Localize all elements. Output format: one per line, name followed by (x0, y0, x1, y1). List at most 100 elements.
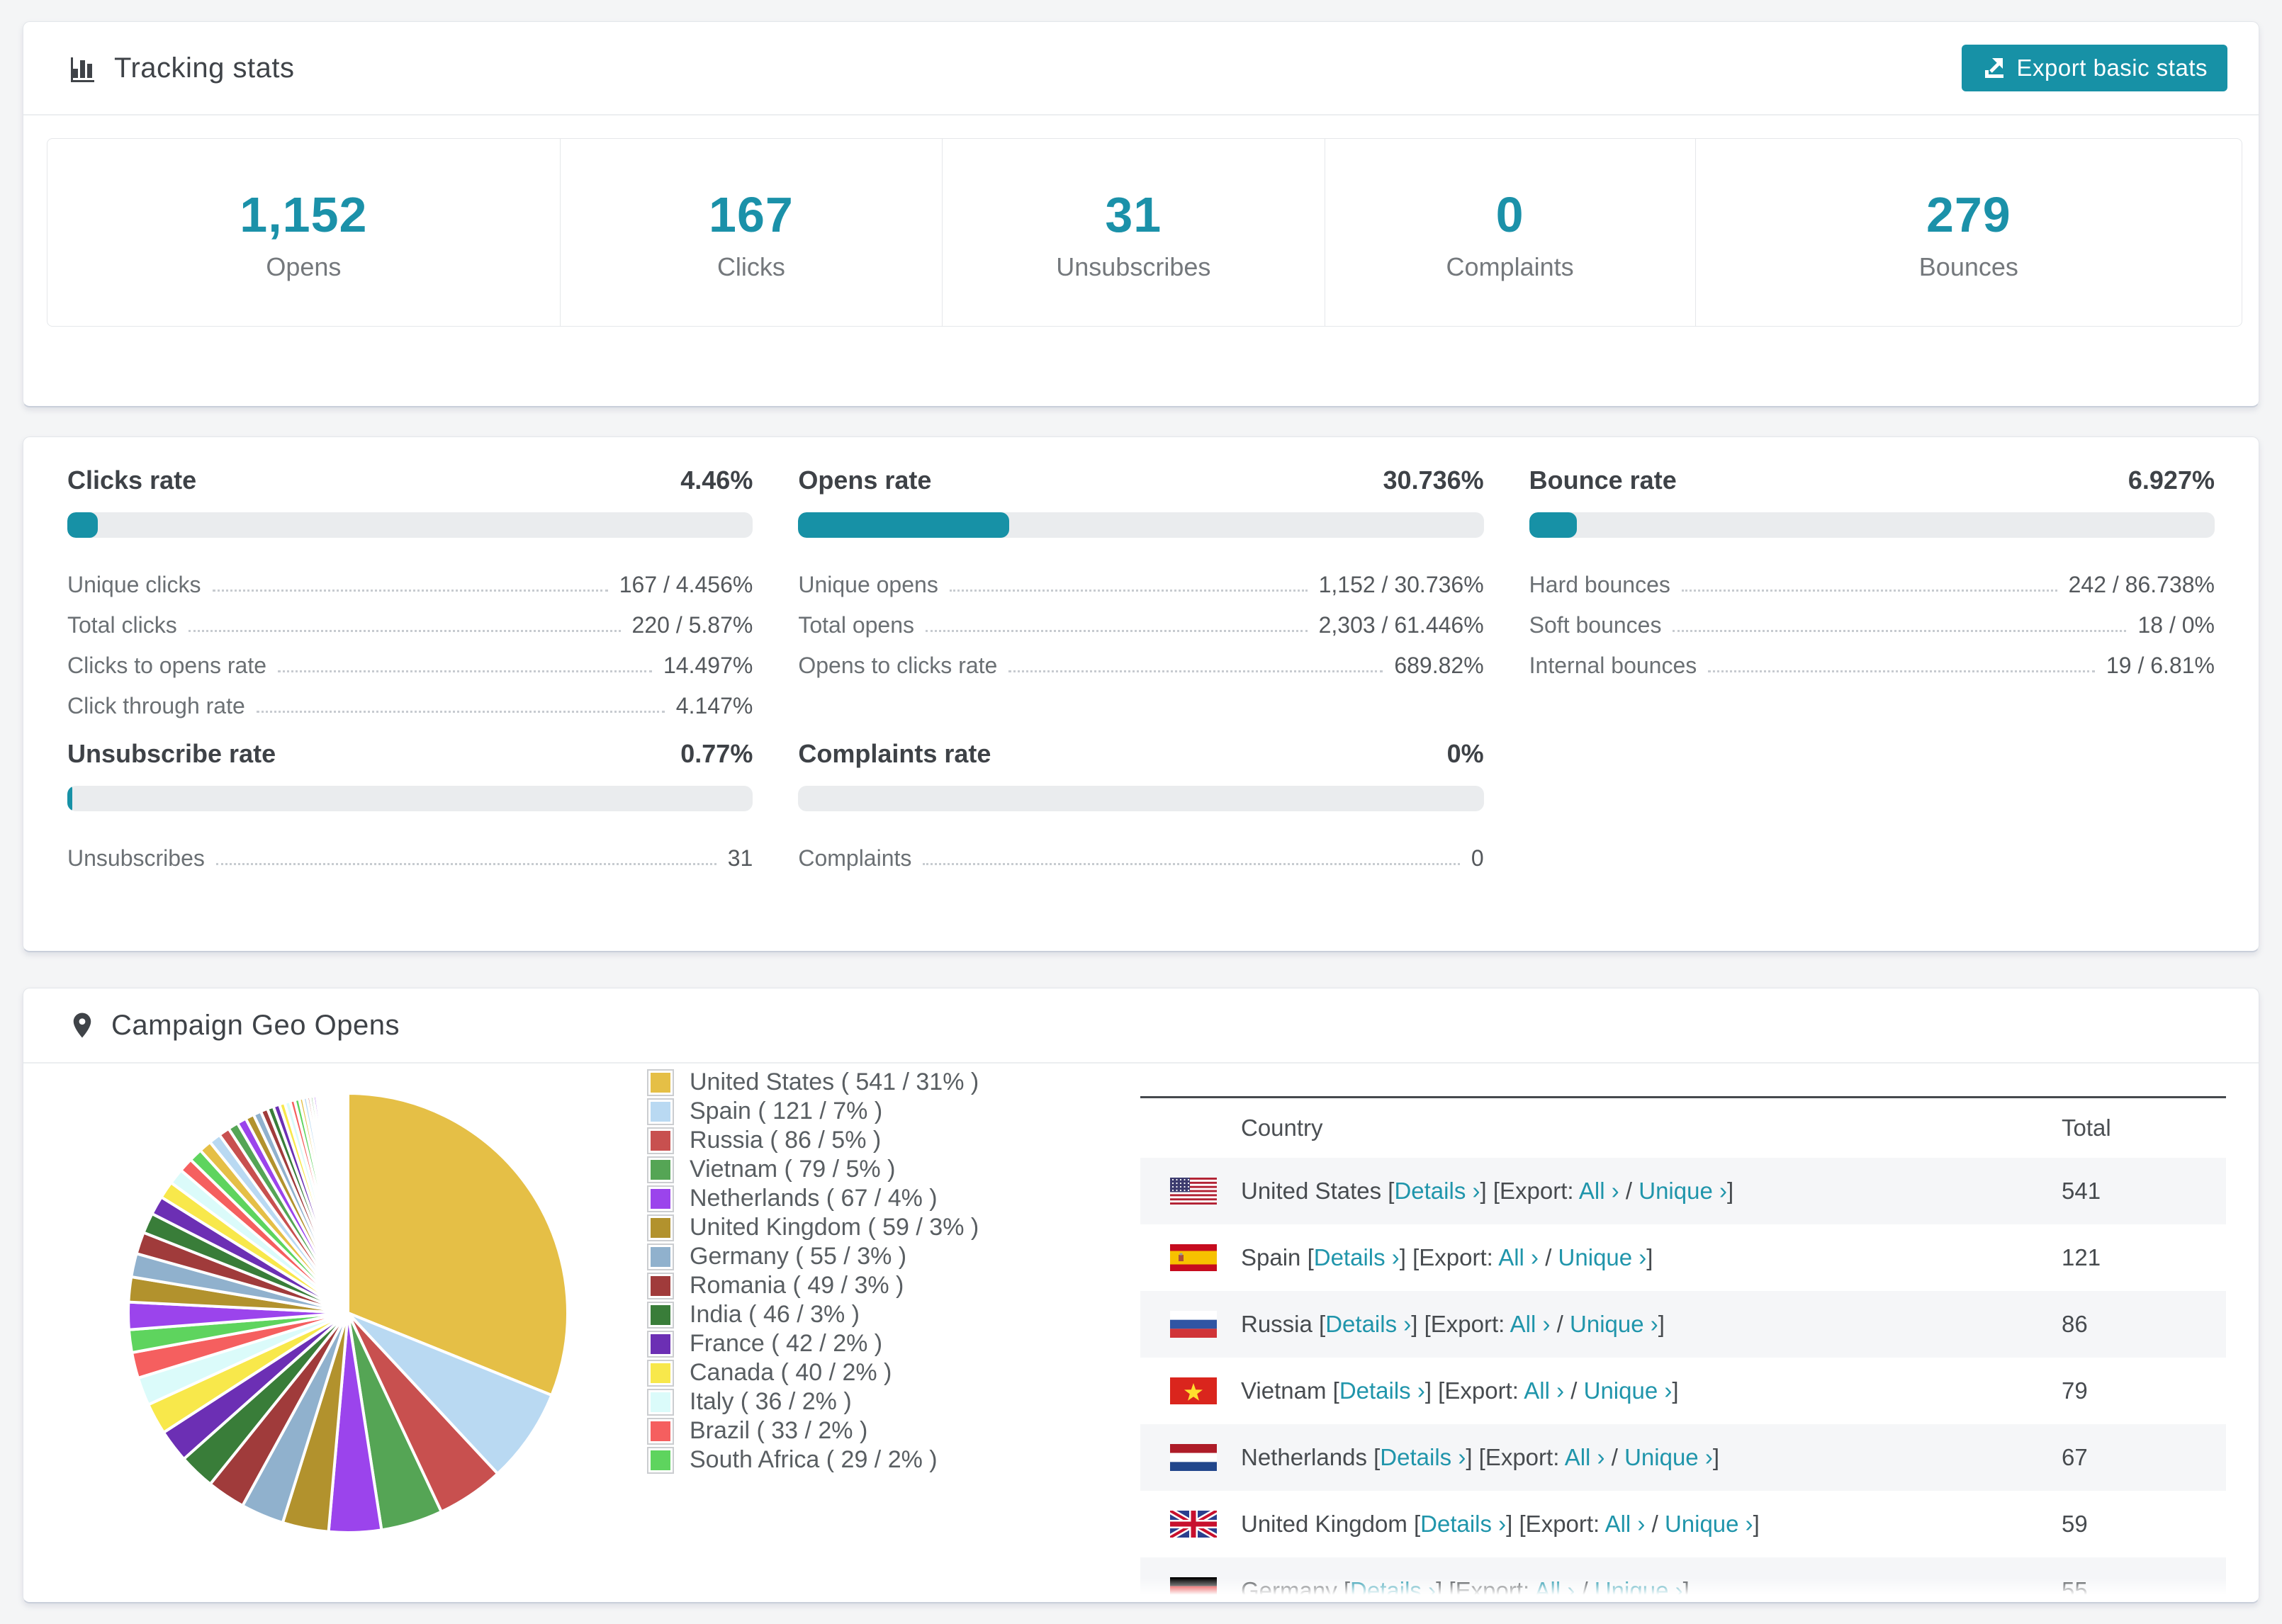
bar-chart-icon (67, 52, 100, 84)
rate-block-complaints-rate: Complaints rate 0% Complaints 0 (798, 739, 1484, 872)
location-pin-icon (67, 1010, 97, 1040)
legend-item-vietnam[interactable]: Vietnam ( 79 / 5% ) (647, 1155, 979, 1184)
country-cell: Netherlands [Details ›] [Export: All › /… (1241, 1444, 1719, 1471)
export-unique-link[interactable]: Unique › (1570, 1311, 1658, 1337)
details-link[interactable]: Details › (1339, 1377, 1425, 1404)
export-label: ] [Export: (1411, 1311, 1510, 1337)
export-all-link[interactable]: All › (1579, 1178, 1619, 1204)
rate-title: Complaints rate (798, 739, 991, 768)
total-column-header: Total (2062, 1115, 2111, 1141)
export-basic-stats-button[interactable]: Export basic stats (1961, 45, 2227, 91)
rate-detail-row: Total opens 2,303 / 61.446% (798, 612, 1484, 638)
country-name: Netherlands [ (1241, 1444, 1381, 1470)
stat-label: Unsubscribes (1056, 252, 1211, 281)
legend-item-spain[interactable]: Spain ( 121 / 7% ) (647, 1097, 979, 1126)
export-label: ] [Export: (1436, 1577, 1535, 1603)
rate-title: Opens rate (798, 466, 932, 495)
legend-item-romania[interactable]: Romania ( 49 / 3% ) (647, 1271, 979, 1300)
legend-item-netherlands[interactable]: Netherlands ( 67 / 4% ) (647, 1184, 979, 1213)
export-unique-link[interactable]: Unique › (1665, 1511, 1753, 1537)
legend-label: India ( 46 / 3% ) (690, 1301, 860, 1328)
legend-label: United States ( 541 / 31% ) (690, 1068, 979, 1095)
export-unique-link[interactable]: Unique › (1595, 1577, 1683, 1602)
legend-label: United Kingdom ( 59 / 3% ) (690, 1214, 979, 1241)
details-link[interactable]: Details › (1350, 1577, 1436, 1602)
tracking-stats-card: Tracking stats Export basic stats 1,152 O… (23, 21, 2259, 407)
geo-table-row-nl: Netherlands [Details ›] [Export: All › /… (1140, 1424, 2226, 1491)
export-unique-link[interactable]: Unique › (1584, 1377, 1673, 1404)
geo-pie-chart[interactable] (100, 1065, 596, 1561)
legend-item-italy[interactable]: Italy ( 36 / 2% ) (647, 1387, 979, 1416)
legend-item-united-states[interactable]: United States ( 541 / 31% ) (647, 1068, 979, 1097)
legend-item-united-kingdom[interactable]: United Kingdom ( 59 / 3% ) (647, 1213, 979, 1242)
legend-label: Vietnam ( 79 / 5% ) (690, 1156, 896, 1183)
details-link[interactable]: Details › (1314, 1244, 1400, 1270)
details-link[interactable]: Details › (1420, 1511, 1506, 1537)
legend-swatch (647, 1098, 674, 1125)
legend-swatch (647, 1359, 674, 1387)
legend-swatch (647, 1068, 674, 1096)
vn-flag-icon (1170, 1377, 1217, 1404)
legend-item-germany[interactable]: Germany ( 55 / 3% ) (647, 1242, 979, 1271)
country-name: Vietnam [ (1241, 1377, 1339, 1404)
export-all-link[interactable]: All › (1605, 1511, 1646, 1537)
stat-unsubscribes: 31 Unsubscribes (942, 139, 1324, 326)
geo-table-row-ru: Russia [Details ›] [Export: All › / Uniq… (1140, 1291, 2226, 1358)
legend-label: Spain ( 121 / 7% ) (690, 1098, 883, 1124)
country-name: United States [ (1241, 1178, 1395, 1204)
legend-item-south-africa[interactable]: South Africa ( 29 / 2% ) (647, 1445, 979, 1474)
legend-label: Canada ( 40 / 2% ) (690, 1359, 892, 1386)
legend-label: Germany ( 55 / 3% ) (690, 1243, 907, 1270)
rate-progress-bar (798, 512, 1484, 538)
total-cell: 55 (2062, 1577, 2088, 1603)
stat-value: 0 (1495, 187, 1524, 242)
stat-complaints: 0 Complaints (1324, 139, 1695, 326)
export-all-link[interactable]: All › (1510, 1311, 1551, 1337)
export-all-link[interactable]: All › (1498, 1244, 1539, 1270)
export-all-link[interactable]: All › (1534, 1577, 1575, 1602)
details-link[interactable]: Details › (1325, 1311, 1411, 1337)
legend-item-india[interactable]: India ( 46 / 3% ) (647, 1300, 979, 1329)
legend-label: Netherlands ( 67 / 4% ) (690, 1185, 938, 1212)
export-unique-link[interactable]: Unique › (1639, 1178, 1727, 1204)
legend-label: Italy ( 36 / 2% ) (690, 1388, 852, 1415)
export-all-link[interactable]: All › (1565, 1444, 1605, 1470)
export-unique-link[interactable]: Unique › (1558, 1244, 1647, 1270)
details-link[interactable]: Details › (1394, 1178, 1480, 1204)
legend-item-canada[interactable]: Canada ( 40 / 2% ) (647, 1358, 979, 1387)
legend-item-brazil[interactable]: Brazil ( 33 / 2% ) (647, 1416, 979, 1445)
legend-swatch (647, 1301, 674, 1329)
rate-detail-row: Opens to clicks rate 689.82% (798, 653, 1484, 678)
stat-label: Opens (266, 252, 342, 281)
country-name: United Kingdom [ (1241, 1511, 1421, 1537)
details-link[interactable]: Details › (1380, 1444, 1466, 1470)
export-label: ] [Export: (1466, 1444, 1565, 1470)
country-name: Germany [ (1241, 1577, 1351, 1603)
bracket-close: ] (1682, 1577, 1690, 1603)
rate-detail-row: Click through rate 4.147% (67, 693, 753, 718)
rate-title: Unsubscribe rate (67, 739, 276, 768)
legend-swatch (647, 1156, 674, 1183)
bracket-close: ] (1646, 1244, 1653, 1270)
legend-item-russia[interactable]: Russia ( 86 / 5% ) (647, 1126, 979, 1155)
rate-percent: 0% (1446, 739, 1484, 768)
page-title: Tracking stats (114, 52, 295, 84)
ru-flag-icon (1170, 1311, 1217, 1338)
geo-pie-legend: United States ( 541 / 31% ) Spain ( 121 /… (647, 1068, 979, 1474)
export-all-link[interactable]: All › (1524, 1377, 1564, 1404)
export-unique-link[interactable]: Unique › (1624, 1444, 1713, 1470)
stat-clicks: 167 Clicks (559, 139, 942, 326)
geo-table-header: Country Total (1140, 1098, 2226, 1158)
geo-table-row-vn: Vietnam [Details ›] [Export: All › / Uni… (1140, 1358, 2226, 1424)
es-flag-icon (1170, 1244, 1217, 1271)
legend-item-france[interactable]: France ( 42 / 2% ) (647, 1329, 979, 1358)
bracket-close: ] (1753, 1511, 1760, 1537)
total-cell: 541 (2062, 1178, 2101, 1204)
geo-table-row-us: United States [Details ›] [Export: All ›… (1140, 1158, 2226, 1224)
total-cell: 59 (2062, 1511, 2088, 1537)
legend-swatch (647, 1185, 674, 1212)
rate-percent: 6.927% (2128, 466, 2215, 495)
pie-slice-67[interactable] (345, 1091, 349, 1314)
export-label: ] [Export: (1424, 1377, 1524, 1404)
export-button-label: Export basic stats (2016, 55, 2208, 81)
